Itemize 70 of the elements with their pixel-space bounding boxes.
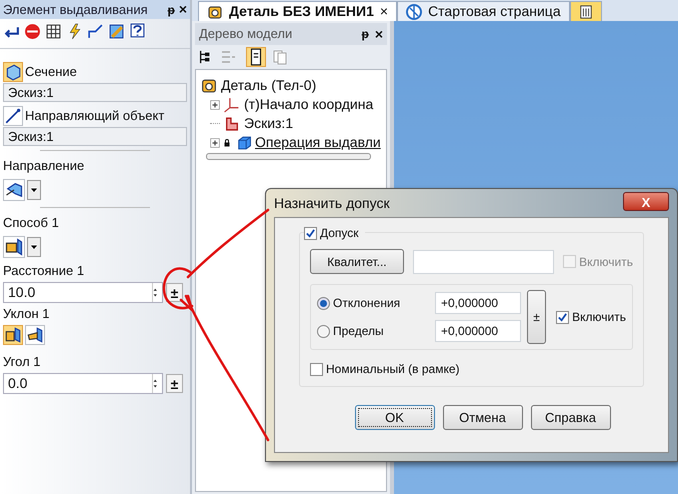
dropdown-button[interactable] (27, 237, 41, 257)
document-icon (578, 4, 593, 20)
stop-icon[interactable] (24, 22, 41, 40)
dialog-button[interactable]: Отмена (442, 405, 522, 430)
pencil-icon[interactable] (108, 22, 125, 40)
document-icon[interactable] (246, 47, 266, 67)
tab[interactable]: Деталь БЕЗ ИМЕНИ1 × (198, 1, 398, 21)
dialog-button[interactable]: OK (354, 405, 434, 430)
pin-button[interactable]: ᵽ (361, 25, 369, 43)
field-label: Направляющий объект (25, 107, 164, 126)
sketch-icon (223, 115, 241, 132)
field-label: Расстояние 1 (3, 262, 84, 280)
value-field[interactable]: +0,000000 (435, 292, 521, 314)
number-field[interactable]: 10.0 (3, 282, 163, 303)
caret-icon (30, 243, 38, 251)
globe-icon (406, 4, 422, 20)
close-button[interactable]: × (178, 0, 187, 20)
lock-icon (223, 136, 231, 148)
part-icon (200, 77, 218, 94)
checkbox[interactable]: Допуск (304, 224, 365, 242)
panel-title: Дерево модели (199, 25, 294, 44)
field-label: Угол 1 (3, 353, 41, 372)
value-field: Эскиз:1 (3, 127, 187, 146)
help-icon[interactable] (129, 22, 146, 40)
radio-button[interactable]: Отклонения (317, 294, 435, 312)
panel-title: Элемент выдавливания (3, 0, 149, 19)
number-field[interactable]: 0.0 (3, 373, 163, 394)
tree-structure-icon[interactable] (198, 49, 212, 65)
tolerance-button[interactable]: ± (166, 374, 183, 393)
pin-button[interactable]: ᵽ (167, 0, 175, 18)
value-field[interactable]: +0,000000 (435, 320, 521, 342)
value-field: Эскиз:1 (3, 83, 187, 102)
axes-icon (223, 96, 241, 113)
expand-icon[interactable] (210, 100, 220, 110)
field-label: Способ 1 (3, 214, 59, 232)
dropdown-button[interactable] (27, 180, 41, 200)
polyline-icon[interactable] (87, 22, 104, 40)
radio-button[interactable]: Пределы (317, 322, 435, 340)
grade-button[interactable]: Квалитет... (310, 249, 404, 274)
dialog-title: Назначить допуск (274, 194, 390, 213)
tree-item[interactable]: (т)Начало координа (200, 95, 386, 114)
tab[interactable] (570, 1, 602, 21)
tolerance-button[interactable]: ± (166, 283, 183, 302)
checkmark-icon (305, 228, 316, 238)
draft-outward-icon[interactable] (3, 325, 23, 345)
draft-inward-icon[interactable] (25, 325, 45, 345)
close-button[interactable]: × (374, 24, 383, 44)
section-icon[interactable] (3, 62, 23, 82)
checkbox[interactable]: Номинальный (в рамке) (310, 360, 633, 378)
expand-icon[interactable] (210, 138, 220, 148)
extrude-method-icon[interactable] (3, 236, 25, 258)
plus-minus-button[interactable]: ± (527, 290, 546, 344)
tree-item[interactable]: Эскиз:1 (200, 114, 386, 133)
scrollbar[interactable] (206, 153, 371, 160)
frame-icon[interactable] (45, 22, 62, 40)
tree-item[interactable]: Операция выдавли (200, 133, 386, 152)
field-label: Сечение (25, 63, 77, 82)
close-button[interactable]: × (380, 1, 388, 22)
field-label: Уклон 1 (3, 305, 50, 324)
checkbox[interactable]: Включить (556, 308, 626, 326)
direction-icon[interactable] (3, 179, 25, 201)
grade-field[interactable] (412, 250, 554, 274)
checkmark-icon (557, 312, 568, 322)
tree-item[interactable]: Деталь (Тел-0) (200, 76, 386, 95)
field-label: Направление (3, 157, 84, 176)
part-icon (207, 4, 223, 20)
close-button[interactable]: X (623, 192, 669, 210)
caret-icon (30, 186, 38, 194)
tab[interactable]: Стартовая страница (397, 1, 570, 21)
dialog-button[interactable]: Справка (530, 405, 610, 430)
